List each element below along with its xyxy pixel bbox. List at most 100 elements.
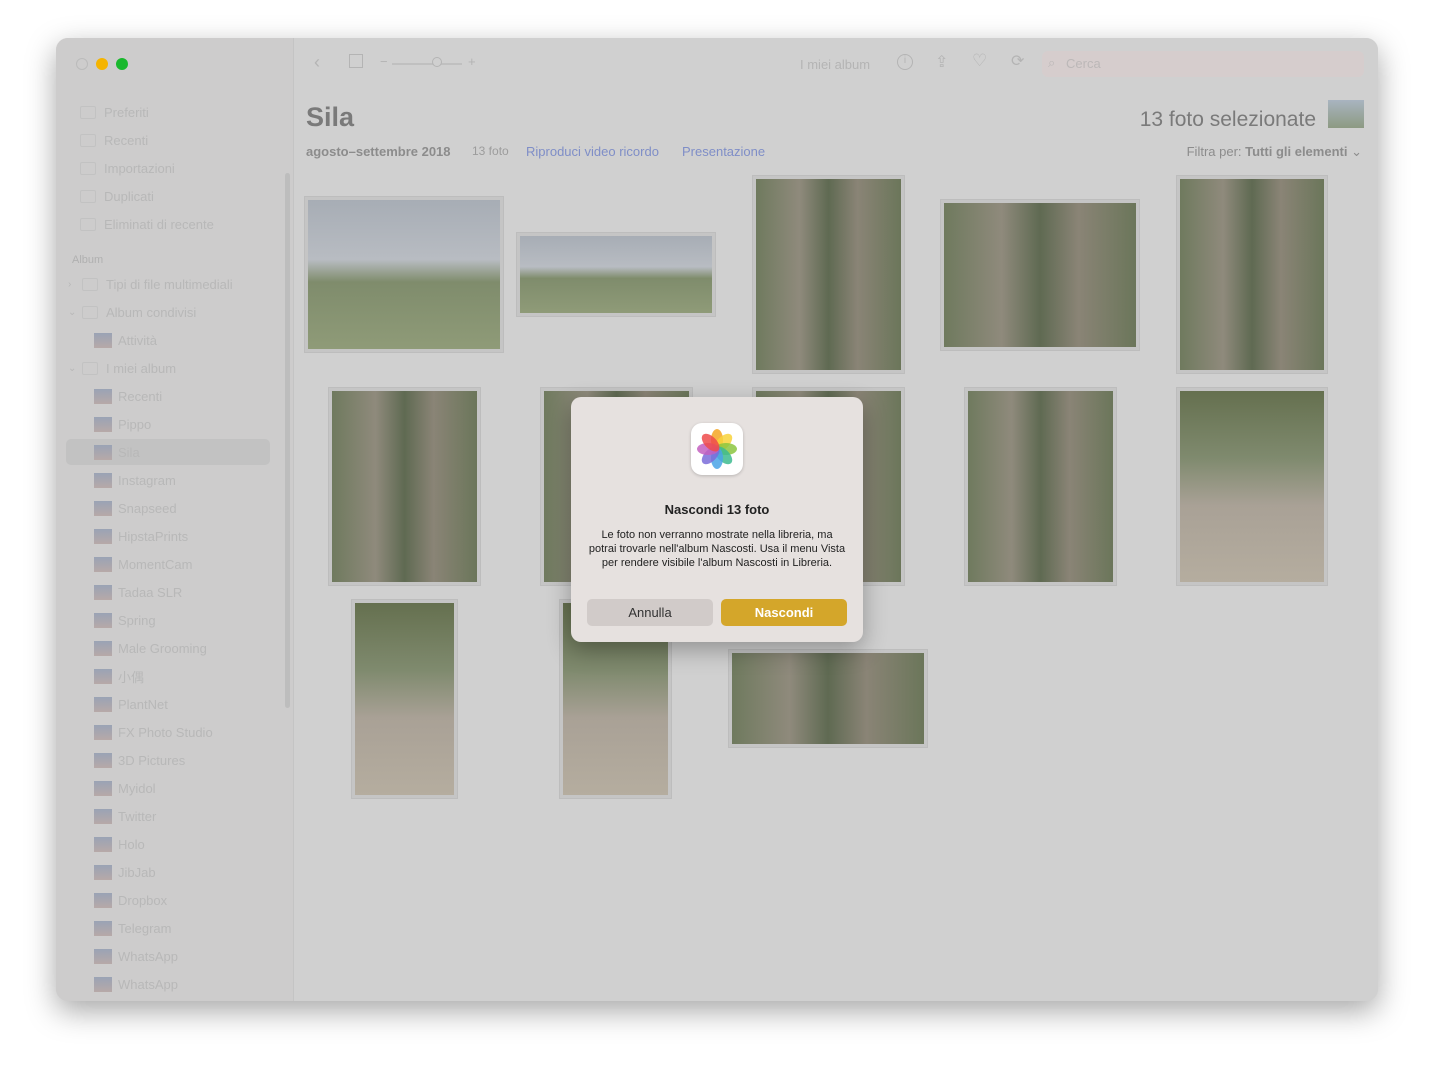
search-icon: ⌕ [1048, 55, 1056, 70]
cancel-button[interactable]: Annulla [587, 599, 713, 626]
album-thumbnail-icon [94, 556, 112, 572]
sidebar-item-label: 小偶 [118, 669, 145, 685]
album-thumbnail-icon [94, 472, 112, 488]
sidebar-item-label: Dropbox [118, 892, 168, 908]
info-icon[interactable]: i [897, 54, 913, 70]
sidebar-item-label: HipstaPrints [118, 528, 189, 544]
sidebar-item[interactable]: Duplicati [56, 183, 294, 209]
sidebar-item[interactable]: Recenti [56, 383, 294, 409]
sidebar-item[interactable]: WhatsApp [56, 971, 294, 997]
close-button[interactable] [76, 58, 88, 70]
album-thumbnail-icon [94, 892, 112, 908]
sidebar-item-label: Tipi di file multimediali [106, 276, 233, 292]
chevron-down-icon[interactable]: ⌄ [68, 307, 82, 318]
trash-icon [80, 217, 96, 231]
sidebar-item[interactable]: Recenti [56, 127, 294, 153]
memory-video-link[interactable]: Riproduci video ricordo [526, 144, 659, 159]
zoom-in-label[interactable]: + [468, 54, 476, 69]
sidebar-item-label: Tadaa SLR [118, 584, 183, 600]
photo-thumbnail[interactable] [517, 233, 715, 316]
sidebar-item[interactable]: Spring [56, 607, 294, 633]
sidebar-item[interactable]: Holo [56, 831, 294, 857]
sidebar-item[interactable]: Male Grooming [56, 635, 294, 661]
sidebar-item[interactable]: Tadaa SLR [56, 579, 294, 605]
share-icon[interactable]: ⇪ [935, 52, 948, 72]
sidebar-item-label: Myidol [118, 780, 156, 796]
album-thumbnail-icon [94, 612, 112, 628]
sidebar-item[interactable]: Dropbox [56, 887, 294, 913]
album-thumbnail-icon [94, 976, 112, 992]
dialog-message: Le foto non verranno mostrate nella libr… [588, 529, 846, 569]
sidebar-item-label: Eliminati di recente [104, 216, 214, 232]
sidebar-item[interactable]: Telegram [56, 915, 294, 941]
filter-dropdown[interactable]: Filtra per: Tutti gli elementi ⌄ [1187, 144, 1362, 160]
sidebar-item[interactable]: Pippo [56, 411, 294, 437]
album-thumbnail-icon [94, 640, 112, 656]
photo-thumbnail[interactable] [753, 176, 904, 373]
album-thumbnail-icon [94, 752, 112, 768]
sidebar-item-label: MomentCam [118, 556, 193, 572]
zoom-slider[interactable] [392, 63, 462, 65]
sidebar-item[interactable]: WhatsApp [56, 943, 294, 969]
photo-thumbnail[interactable] [941, 200, 1139, 350]
sidebar-item[interactable]: PlantNet [56, 691, 294, 717]
photo-thumbnail[interactable] [352, 600, 457, 798]
album-thumbnail-icon [94, 388, 112, 404]
sidebar-item[interactable]: Attività [56, 327, 294, 353]
chevron-down-icon[interactable]: ⌄ [68, 363, 82, 374]
sidebar-item[interactable]: 3D Pictures [56, 747, 294, 773]
hide-button[interactable]: Nascondi [721, 599, 847, 626]
sidebar-item[interactable]: HipstaPrints [56, 523, 294, 549]
sidebar-item-label: Preferiti [104, 104, 149, 120]
album-thumbnail-icon [94, 836, 112, 852]
chevron-right-icon[interactable]: › [68, 279, 82, 290]
album-thumbnail-icon [94, 724, 112, 740]
zoom-slider-thumb[interactable] [432, 57, 442, 67]
sidebar-item[interactable]: Sila [66, 439, 270, 465]
zoom-button[interactable] [116, 58, 128, 70]
sidebar-item[interactable]: Instagram [56, 467, 294, 493]
heart-icon[interactable]: ♡ [972, 51, 987, 71]
sidebar-item[interactable]: › Tipi di file multimediali [56, 271, 294, 297]
album-title: Sila [306, 102, 355, 132]
sidebar-item-label: 3D Pictures [118, 752, 186, 768]
breadcrumb[interactable]: I miei album [800, 57, 870, 72]
sidebar: Album Preferiti Recenti Importazioni Duplic… [56, 38, 294, 1001]
sidebar-item-label: FX Photo Studio [118, 724, 213, 740]
photo-thumbnail[interactable] [1177, 388, 1327, 585]
search-input[interactable]: ⌕ Cerca [1042, 51, 1364, 77]
rotate-fit-icon[interactable] [349, 54, 363, 68]
sidebar-item[interactable]: ⌄ I miei album [56, 355, 294, 381]
photo-thumbnail[interactable] [305, 197, 503, 352]
photo-thumbnail[interactable] [965, 388, 1116, 585]
sidebar-item[interactable]: Importazioni [56, 155, 294, 181]
sidebar-item[interactable]: ⌄ Album condivisi [56, 299, 294, 325]
slideshow-link[interactable]: Presentazione [682, 144, 765, 159]
photo-thumbnail[interactable] [329, 388, 480, 585]
album-thumbnail-icon [94, 780, 112, 796]
sidebar-item-label: Spring [118, 612, 156, 628]
album-thumbnail-icon [94, 864, 112, 880]
photo-thumbnail[interactable] [1177, 176, 1327, 373]
minimize-button[interactable] [96, 58, 108, 70]
rotate-icon[interactable]: ⟳ [1011, 51, 1024, 71]
sidebar-item-label: Telegram [118, 920, 172, 936]
duplicate-icon [80, 189, 96, 203]
album-thumbnail-icon [94, 948, 112, 964]
folder-icon [82, 277, 98, 291]
back-icon[interactable]: ‹ [314, 52, 320, 73]
zoom-out-label[interactable]: − [380, 54, 388, 69]
sidebar-item[interactable]: Eliminati di recente [56, 211, 294, 237]
sidebar-item[interactable]: Preferiti [56, 99, 294, 125]
sidebar-item[interactable]: MomentCam [56, 551, 294, 577]
sidebar-item[interactable]: 小偶 [56, 663, 294, 689]
sidebar-item-label: Male Grooming [118, 640, 207, 656]
sidebar-item[interactable]: Twitter [56, 803, 294, 829]
sidebar-item[interactable]: JibJab [56, 859, 294, 885]
photos-app-icon [691, 423, 743, 475]
sidebar-item[interactable]: Snapseed [56, 495, 294, 521]
clock-icon [80, 133, 96, 147]
sidebar-item[interactable]: FX Photo Studio [56, 719, 294, 745]
photo-thumbnail[interactable] [729, 650, 927, 747]
sidebar-item[interactable]: Myidol [56, 775, 294, 801]
